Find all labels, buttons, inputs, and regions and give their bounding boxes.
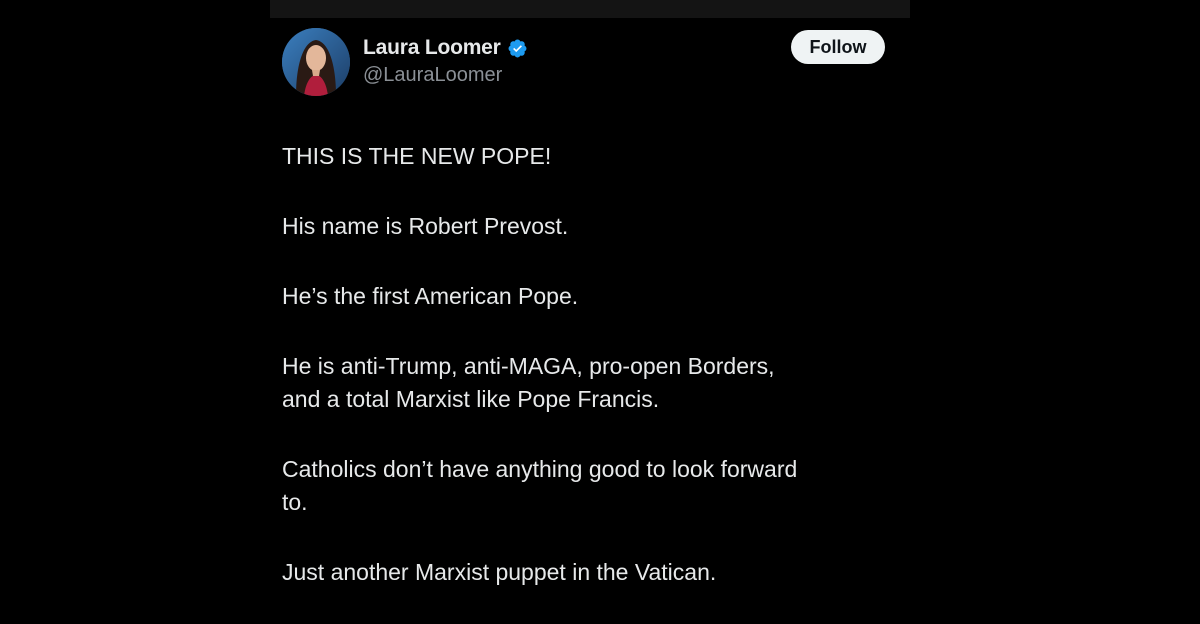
tweet-paragraph: Catholics don’t have anything good to lo…: [282, 456, 798, 515]
follow-button[interactable]: Follow: [791, 30, 885, 64]
handle[interactable]: @LauraLoomer: [363, 64, 528, 87]
avatar-image: [282, 28, 350, 96]
tweet-paragraph: He is anti-Trump, anti-MAGA, pro-open Bo…: [282, 353, 775, 412]
verified-badge-icon: [507, 38, 528, 59]
tweet-text: THIS IS THE NEW POPE! His name is Robert…: [282, 140, 892, 589]
display-name-row: Laura Loomer: [363, 34, 528, 62]
tweet-paragraph: Just another Marxist puppet in the Vatic…: [282, 559, 717, 585]
tweet-paragraph: His name is Robert Prevost.: [282, 213, 569, 239]
page: Laura Loomer @LauraLoomer Follow THIS IS…: [0, 0, 1200, 624]
tweet-paragraph: THIS IS THE NEW POPE!: [282, 143, 552, 169]
avatar[interactable]: [282, 28, 350, 96]
display-name[interactable]: Laura Loomer: [363, 36, 501, 60]
tweet-card: Laura Loomer @LauraLoomer Follow THIS IS…: [270, 0, 910, 624]
tweet-paragraph: He’s the first American Pope.: [282, 283, 579, 309]
author-block: Laura Loomer @LauraLoomer: [363, 34, 528, 87]
top-divider: [270, 0, 910, 18]
